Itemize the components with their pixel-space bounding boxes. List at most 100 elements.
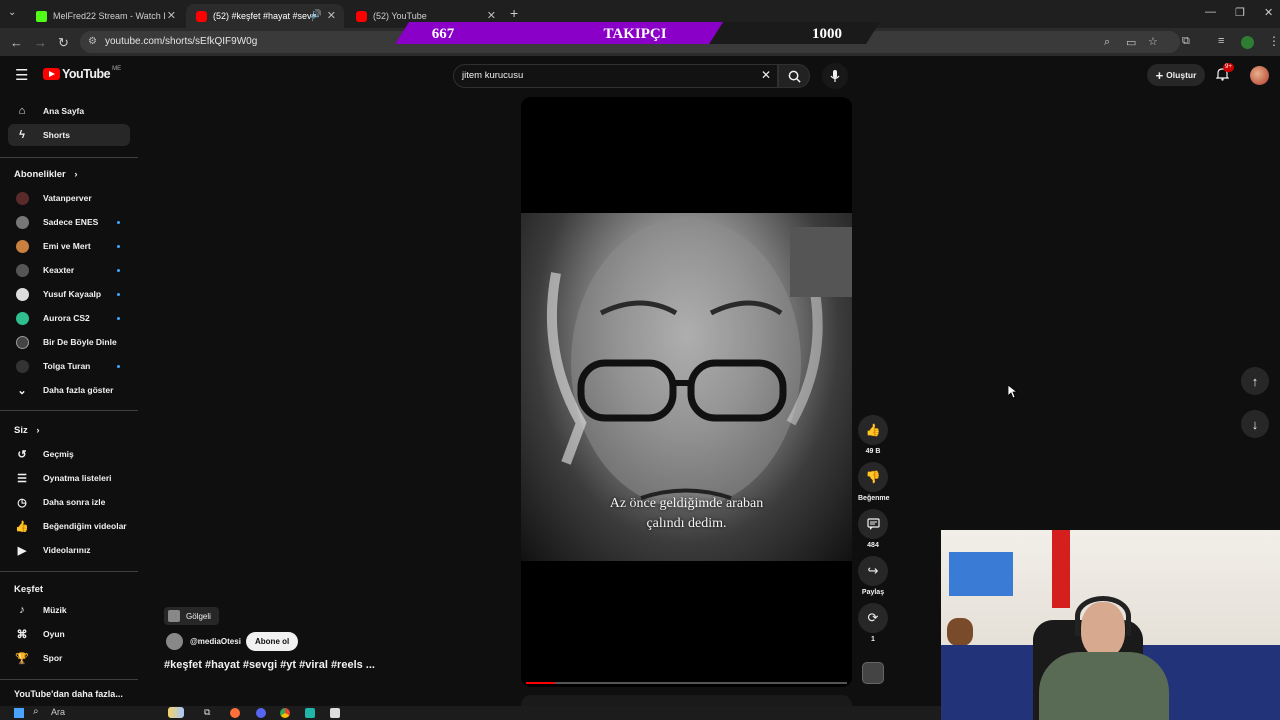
like-icon: 👍 <box>15 520 29 533</box>
sidebar-item-sports[interactable]: 🏆 Spor <box>8 647 130 669</box>
like-button[interactable]: 👍 49 B <box>858 415 888 455</box>
extensions-icon[interactable]: ⧉ <box>1182 35 1190 48</box>
channel-avatar[interactable] <box>166 633 183 650</box>
more-from-youtube-header: YouTube'dan daha fazla... <box>14 689 123 699</box>
sidebar-item-home[interactable]: ⌂ Ana Sayfa <box>8 100 130 122</box>
search-button[interactable] <box>778 64 810 88</box>
sidebar-item-gaming[interactable]: ⌘ Oyun <box>8 623 130 645</box>
comments-button[interactable]: 484 <box>858 509 888 549</box>
remix-button[interactable]: ⟳ 1 <box>858 603 888 643</box>
app-icon[interactable] <box>330 708 340 718</box>
sidebar-item-label: Videolarınız <box>43 545 91 555</box>
notification-badge: 9+ <box>1223 63 1234 72</box>
task-view-icon[interactable]: ⧉ <box>204 707 210 718</box>
youtube-favicon-icon <box>196 10 207 22</box>
shorts-icon: ϟ <box>19 129 25 141</box>
video-progress-fill <box>526 682 555 684</box>
arrow-up-icon: ↑ <box>1251 373 1259 389</box>
close-window-icon[interactable]: ✕ <box>1264 6 1273 19</box>
you-header[interactable]: Siz › <box>14 425 40 436</box>
shorts-player[interactable]: Az önce geldiğimde araban çalındı dedim. <box>521 97 852 687</box>
show-more-button[interactable]: ⌄ Daha fazla göster <box>8 379 130 401</box>
sidebar-item-label: Oyun <box>43 629 65 639</box>
sound-avatar[interactable] <box>862 662 884 684</box>
browser-menu-icon[interactable]: ⋮ <box>1268 34 1280 48</box>
profile-avatar[interactable] <box>1241 36 1254 49</box>
youtube-logo[interactable]: YouTube ME <box>43 66 121 81</box>
subscription-item[interactable]: Sadece ENES <box>8 211 130 233</box>
close-tab-icon[interactable]: ✕ <box>167 9 176 22</box>
sidebar-item-shorts[interactable]: ϟ Shorts <box>8 124 130 146</box>
sidebar-item-watch-later[interactable]: ◷ Daha sonra izle <box>8 491 130 513</box>
subscription-item[interactable]: Keaxter <box>8 259 130 281</box>
subscription-item[interactable]: Vatanperver <box>8 187 130 209</box>
chrome-icon[interactable] <box>280 708 290 718</box>
sidebar-item-label: Emi ve Mert <box>43 241 91 251</box>
channel-avatar <box>16 191 29 205</box>
subscription-item[interactable]: Bir De Böyle Dinle <box>8 331 130 353</box>
video-progress-track[interactable] <box>526 682 847 684</box>
windows-start-icon[interactable] <box>14 708 24 718</box>
subscription-item[interactable]: Aurora CS2 <box>8 307 130 329</box>
tab-youtube-short[interactable]: (52) #keşfet #hayat #sevgi 🔊 ✕ <box>186 4 344 28</box>
channel-name[interactable]: @mediaOtesi <box>190 637 241 646</box>
create-button[interactable]: + Oluştur <box>1147 64 1205 86</box>
new-content-dot <box>117 244 120 248</box>
trophy-icon: 🏆 <box>15 652 29 665</box>
remix-count: 1 <box>871 636 875 643</box>
channel-avatar <box>16 263 29 277</box>
back-icon[interactable]: ← <box>10 35 23 50</box>
discord-icon[interactable] <box>256 708 266 718</box>
blue-flag <box>949 552 1013 596</box>
new-tab-button[interactable]: + <box>510 5 518 21</box>
restore-icon[interactable]: ❐ <box>1235 6 1245 19</box>
reload-icon[interactable]: ↻ <box>58 35 69 51</box>
sidebar-item-history[interactable]: ↺ Geçmiş <box>8 443 130 465</box>
sidebar-item-music[interactable]: ♪ Müzik <box>8 599 130 621</box>
account-avatar[interactable] <box>1250 66 1269 85</box>
taskbar-search-field[interactable]: Ara <box>51 707 65 717</box>
forward-icon[interactable]: → <box>34 35 47 50</box>
close-tab-icon[interactable]: ✕ <box>327 9 336 22</box>
you-header-label: Siz <box>14 425 28 436</box>
copilot-icon[interactable] <box>168 707 184 718</box>
taskbar-search-icon[interactable]: ⌕ <box>33 706 39 717</box>
sidebar-item-playlists[interactable]: ☰ Oynatma listeleri <box>8 467 130 489</box>
site-info-icon[interactable]: ⚙ <box>88 31 97 53</box>
subscription-item[interactable]: Emi ve Mert <box>8 235 130 257</box>
bookmark-star-icon[interactable]: ☆ <box>1148 35 1158 48</box>
short-title[interactable]: #keşfet #hayat #sevgi #yt #viral #reels … <box>164 659 375 671</box>
subscriptions-header[interactable]: Abonelikler › <box>14 169 78 180</box>
voice-search-button[interactable] <box>822 63 848 89</box>
firefox-icon[interactable] <box>230 708 240 718</box>
next-short-button[interactable]: ↓ <box>1241 410 1269 438</box>
tab-list-chevron-icon[interactable]: ⌄ <box>8 7 16 18</box>
minimize-icon[interactable]: — <box>1205 6 1216 18</box>
channel-avatar <box>16 287 29 301</box>
dislike-button[interactable]: 👎 Beğenme <box>858 462 890 502</box>
subscription-item[interactable]: Yusuf Kayaalp <box>8 283 130 305</box>
app-icon[interactable] <box>305 708 315 718</box>
hamburger-menu-icon[interactable]: ☰ <box>15 66 28 84</box>
subscribe-button[interactable]: Abone ol <box>246 632 299 651</box>
subscription-item[interactable]: Tolga Turan <box>8 355 130 377</box>
notifications-button[interactable]: 9+ <box>1215 63 1234 83</box>
media-control-icon[interactable]: ≡ <box>1218 35 1224 47</box>
zoom-icon[interactable]: ⌕ <box>1104 36 1110 49</box>
search-box[interactable]: jitem kurucusu ✕ <box>453 64 778 88</box>
close-tab-icon[interactable]: ✕ <box>487 9 496 22</box>
goal-target: 1000 <box>812 26 842 42</box>
tab-kick-stream[interactable]: MelFred22 Stream - Watch Liv ✕ <box>26 4 184 28</box>
sidebar-item-label: Shorts <box>43 130 70 140</box>
sidebar-item-liked-videos[interactable]: 👍 Beğendiğim videolar <box>8 515 130 537</box>
speaker-icon[interactable]: 🔊 <box>311 9 322 20</box>
explore-header: Keşfet <box>14 584 43 595</box>
share-button[interactable]: ↪ Paylaş <box>858 556 888 596</box>
search-input[interactable]: jitem kurucusu <box>462 70 523 81</box>
clear-search-icon[interactable]: ✕ <box>761 68 771 82</box>
cast-icon[interactable]: ▭ <box>1126 36 1136 49</box>
sidebar-item-your-videos[interactable]: ▶ Videolarınız <box>8 539 130 561</box>
turkish-flag <box>1052 530 1070 608</box>
previous-short-button[interactable]: ↑ <box>1241 367 1269 395</box>
sound-chip[interactable]: Gölgeli <box>164 607 219 625</box>
